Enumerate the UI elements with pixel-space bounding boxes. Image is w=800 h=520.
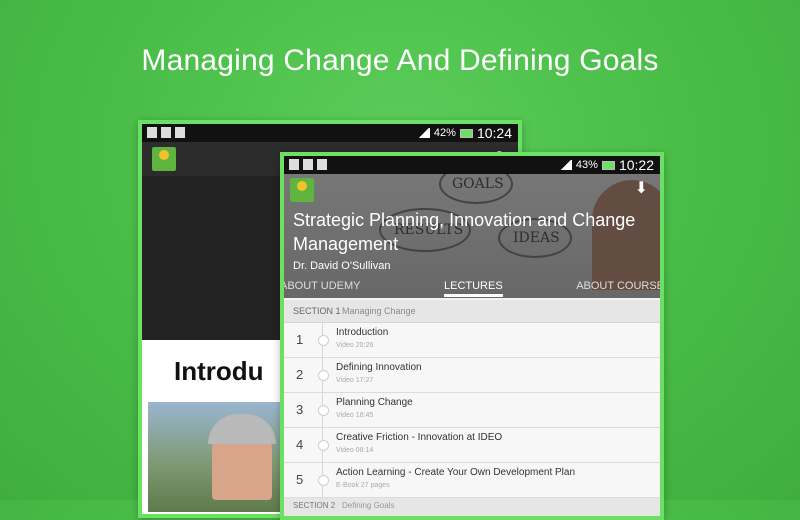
progress-dot-icon [318,405,329,416]
lecture-index: 5 [296,472,304,487]
lecture-meta: Video 17:27 [336,377,374,384]
lecture-index: 2 [296,367,304,382]
course-author: Dr. David O'Sullivan [293,260,391,272]
course-tabs: ABOUT UDEMY LECTURES ABOUT COURSE [284,276,660,298]
slide-title: Introdu [174,356,264,386]
progress-dot-icon [318,370,329,381]
section-number: SECTION 1 [293,306,341,316]
clock: 10:24 [476,125,512,141]
tab-about-udemy[interactable]: ABOUT UDEMY [284,280,360,292]
clock: 10:22 [618,157,654,173]
lecture-title: Planning Change [336,397,413,408]
lecture-list: 1 Introduction Video 20:26 2 Defining In… [284,323,660,498]
download-icon[interactable]: ⬇ [635,178,648,198]
section-name: Managing Change [342,306,416,316]
udemy-logo-icon[interactable] [290,178,314,202]
section-header-2: SECTION 2 Defining Goals [284,498,660,516]
tab-about-course[interactable]: ABOUT COURSE [576,280,660,292]
lecture-item[interactable]: 5 Action Learning - Create Your Own Deve… [284,463,660,498]
presenter-image [208,414,276,500]
lecture-index: 3 [296,402,304,417]
lecture-title: Introduction [336,327,389,338]
lecture-title: Defining Innovation [336,362,422,373]
notification-icons [147,127,185,138]
lecture-index: 4 [296,437,304,452]
section-header: SECTION 1 Managing Change [284,300,660,323]
lecture-index: 1 [296,332,304,347]
section-number: SECTION 2 [293,501,336,510]
course-title: Strategic Planning, Innovation and Chang… [293,210,636,254]
section-name: Defining Goals [342,501,395,510]
battery-percent: 43% [575,159,598,171]
progress-dot-icon [318,475,329,486]
status-bar: 43% 10:22 [284,156,660,174]
lecture-item[interactable]: 2 Defining Innovation Video 17:27 [284,358,660,393]
image-icon [317,159,327,170]
headline: Managing Change And Defining Goals [141,44,659,77]
signal-icon [559,160,572,170]
notification-icon [147,127,157,138]
status-bar: 42% 10:24 [142,124,518,142]
udemy-logo-icon[interactable] [152,147,176,171]
notification-icon [289,159,299,170]
notification-icons [289,159,327,170]
info-icon [303,159,313,170]
lecture-meta: Video 08:14 [336,447,374,454]
lecture-item[interactable]: 3 Planning Change Video 18:45 [284,393,660,428]
lecture-meta: Video 20:26 [336,342,374,349]
tab-lectures[interactable]: LECTURES [444,280,503,297]
battery-percent: 42% [433,127,456,139]
lecture-item[interactable]: 4 Creative Friction - Innovation at IDEO… [284,428,660,463]
battery-icon [601,160,615,170]
progress-dot-icon [318,335,329,346]
lecture-meta: Video 18:45 [336,412,374,419]
image-icon [175,127,185,138]
lecture-meta: E-Book 27 pages [336,482,390,489]
lecture-title: Action Learning - Create Your Own Develo… [336,467,576,478]
lecture-title: Creative Friction - Innovation at IDEO [336,432,503,443]
info-icon [161,127,171,138]
phone-screenshot-front: 43% 10:22 GOALS RESULTS IDEAS ⬇ Strategi… [280,152,664,520]
lecture-item[interactable]: 1 Introduction Video 20:26 [284,323,660,358]
battery-icon [459,128,473,138]
progress-dot-icon [318,440,329,451]
signal-icon [417,128,430,138]
